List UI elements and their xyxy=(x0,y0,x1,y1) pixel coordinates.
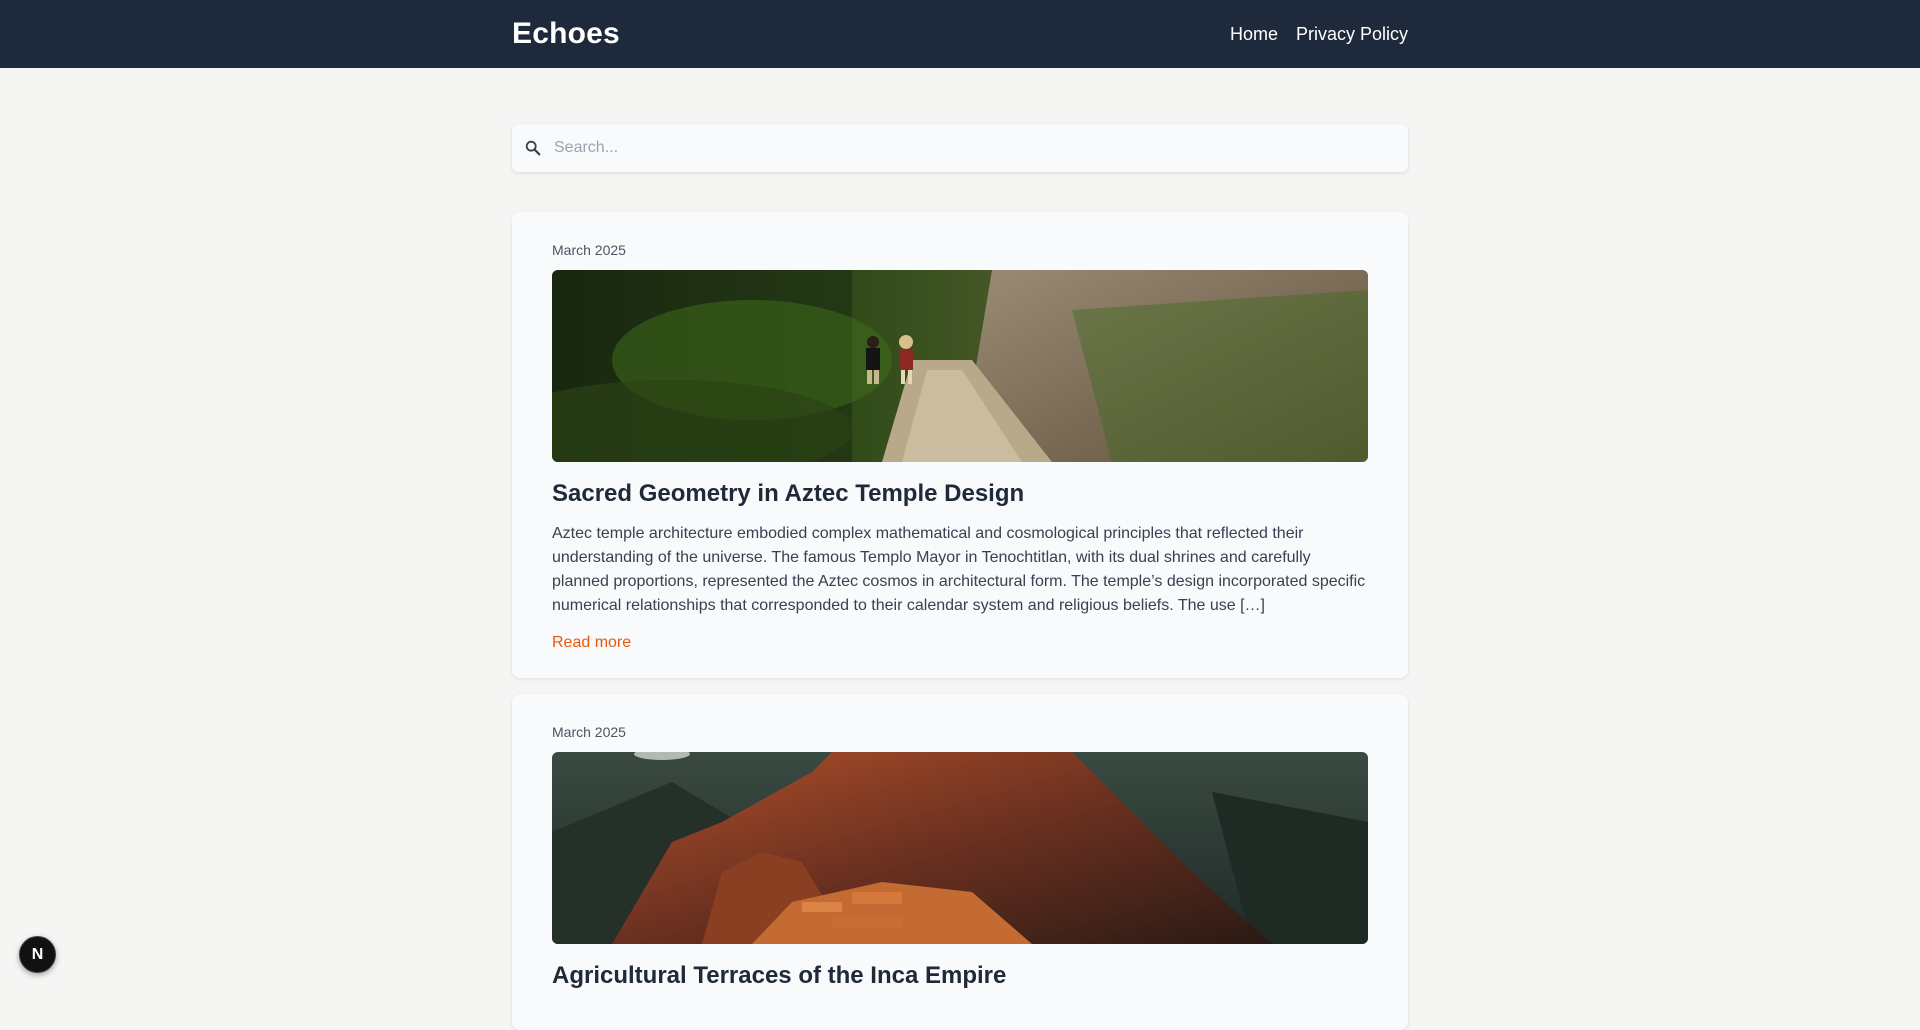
post-card: March 2025 xyxy=(512,212,1408,678)
nav-privacy-link[interactable]: Privacy Policy xyxy=(1296,24,1408,45)
search-input[interactable] xyxy=(552,138,1396,158)
nextjs-dev-button[interactable]: N xyxy=(19,936,56,973)
post-title[interactable]: Sacred Geometry in Aztec Temple Design xyxy=(552,480,1368,508)
post-date: March 2025 xyxy=(552,242,626,258)
nav-home-link[interactable]: Home xyxy=(1230,24,1278,45)
navbar-container: Echoes Home Privacy Policy xyxy=(512,0,1408,68)
nextjs-icon: N xyxy=(31,945,44,963)
post-excerpt: Aztec temple architecture embodied compl… xyxy=(552,525,1366,614)
post-card: March 2025 xyxy=(512,694,1408,1030)
main-content: March 2025 xyxy=(512,124,1408,1030)
post-date: March 2025 xyxy=(552,724,626,740)
post-title[interactable]: Agricultural Terraces of the Inca Empire xyxy=(552,962,1368,990)
mountain-ruins-image[interactable] xyxy=(552,752,1368,944)
read-more-link[interactable]: Read more xyxy=(552,634,631,652)
forest-path-image[interactable] xyxy=(552,270,1368,462)
site-logo[interactable]: Echoes xyxy=(512,17,620,51)
top-navbar: Echoes Home Privacy Policy xyxy=(0,0,1920,68)
search-bar[interactable] xyxy=(512,124,1408,172)
search-icon xyxy=(525,140,541,156)
main-nav: Home Privacy Policy xyxy=(1230,24,1408,45)
